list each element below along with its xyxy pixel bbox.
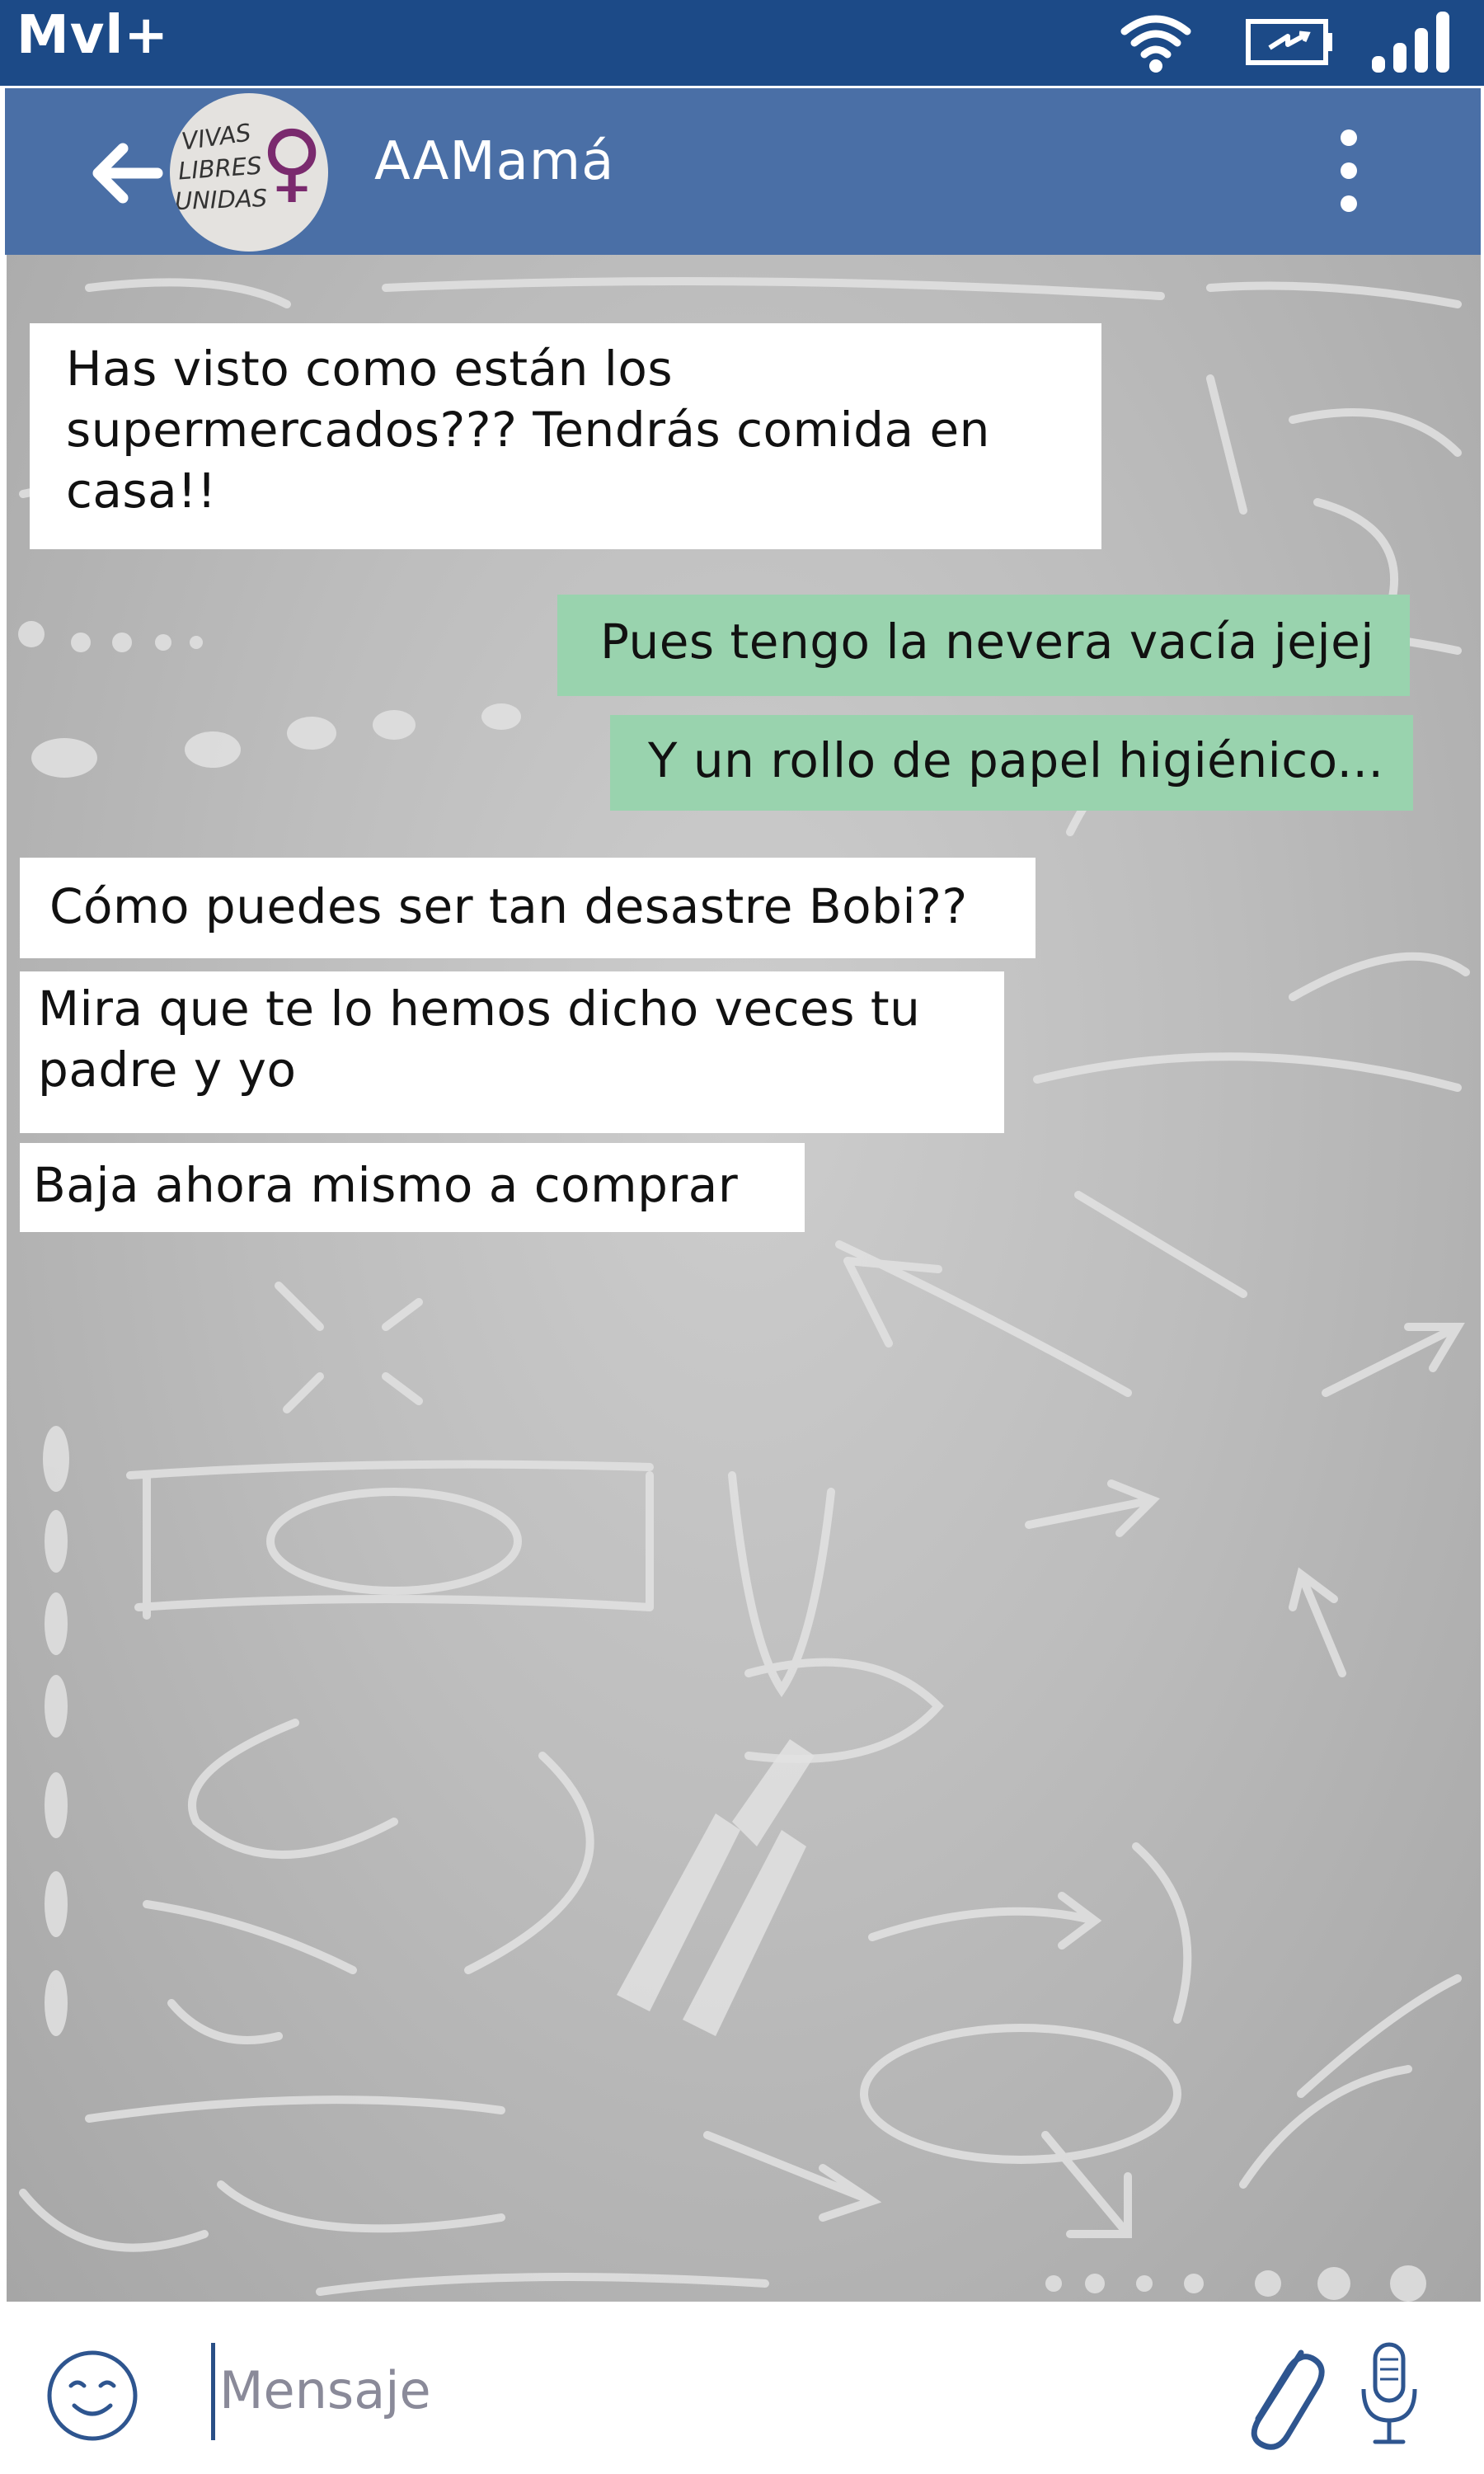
overflow-menu-button[interactable] (1324, 121, 1374, 228)
doodle-background (18, 277, 1470, 2302)
emoji-button[interactable] (43, 2346, 142, 2445)
chat-area[interactable]: Has visto como están los supermercados??… (7, 255, 1481, 2302)
signal-icon (1372, 12, 1449, 73)
attach-button[interactable] (1228, 2335, 1327, 2458)
message-bubble-outgoing[interactable]: Pues tengo la nevera vacía jejej (557, 595, 1410, 696)
contact-name[interactable]: AAMamá (374, 131, 614, 192)
message-text: Mira que te lo hemos dicho veces tu padr… (38, 981, 921, 1098)
chat-header: VIVAS LIBRES UNIDAS ♀ AAMamá (5, 88, 1481, 255)
more-vert-icon (1341, 129, 1357, 212)
message-text: Y un rollo de papel higiénico... (648, 732, 1384, 788)
contact-avatar[interactable]: VIVAS LIBRES UNIDAS ♀ (170, 93, 328, 252)
smiley-icon (47, 2350, 138, 2441)
wifi-icon (1120, 15, 1191, 73)
status-bar: Mvl+ (0, 0, 1484, 86)
message-text: Cómo puedes ser tan desastre Bobi?? (49, 878, 968, 934)
message-text: Has visto como están los supermercados??… (66, 341, 990, 519)
battery-charging-icon (1246, 19, 1332, 65)
carrier-name: Mvl+ (16, 5, 169, 66)
message-bubble-outgoing[interactable]: Y un rollo de papel higiénico... (610, 715, 1413, 811)
message-input[interactable] (219, 2345, 1192, 2435)
message-bubble-incoming[interactable]: Cómo puedes ser tan desastre Bobi?? (20, 858, 1036, 958)
avatar-text-line-2: LIBRES (176, 151, 263, 186)
message-text: Baja ahora mismo a comprar (33, 1157, 739, 1213)
message-text: Pues tengo la nevera vacía jejej (600, 614, 1374, 670)
arrow-left-icon (92, 143, 163, 204)
microphone-button[interactable] (1352, 2335, 1426, 2458)
paperclip-icon (1251, 2349, 1325, 2450)
microphone-icon (1361, 2342, 1417, 2444)
message-composer (0, 2302, 1484, 2474)
female-symbol-icon: ♀ (261, 111, 324, 212)
message-bubble-incoming[interactable]: Mira que te lo hemos dicho veces tu padr… (20, 971, 1004, 1133)
back-button[interactable] (83, 128, 174, 219)
avatar-text-line-3: UNIDAS (174, 184, 268, 215)
message-bubble-incoming[interactable]: Has visto como están los supermercados??… (30, 323, 1101, 549)
message-bubble-incoming[interactable]: Baja ahora mismo a comprar (20, 1143, 805, 1232)
text-cursor (211, 2343, 215, 2440)
